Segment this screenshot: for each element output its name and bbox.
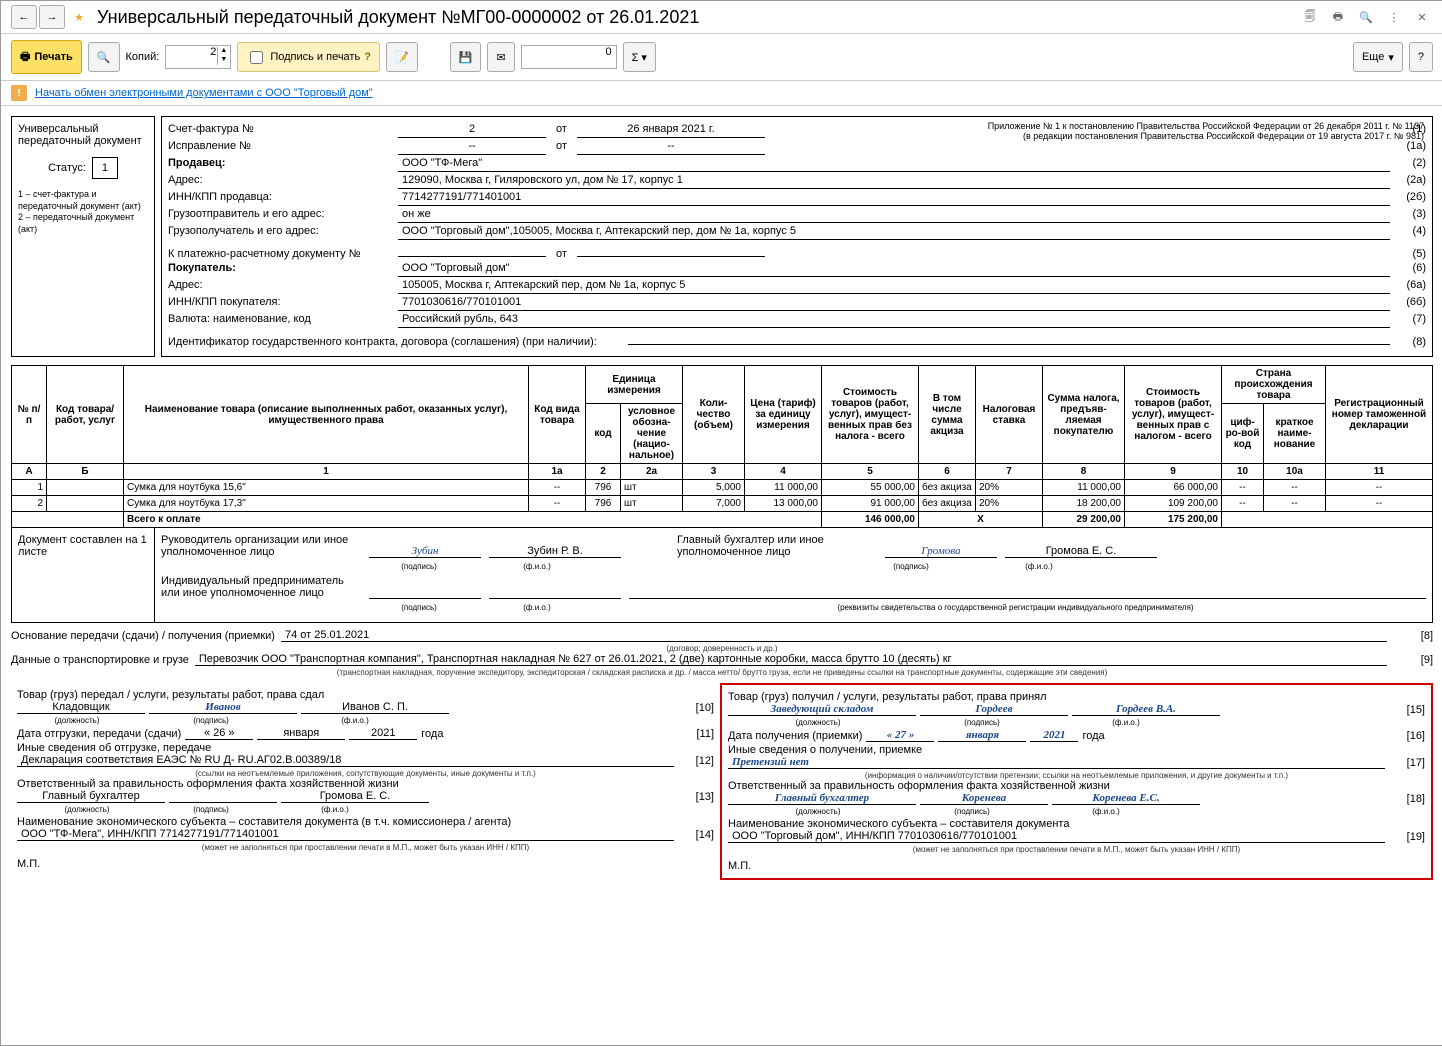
sum-field[interactable]: 0 [521,45,617,69]
titlebar: ← → ★ Универсальный передаточный докумен… [1,1,1442,34]
ip-label: Индивидуальный предприниматель или иное … [161,575,361,599]
transfer-column: Товар (груз) передал / услуги, результат… [11,683,720,880]
receive-column: Товар (груз) получил / услуги, результат… [720,683,1433,880]
right-other: Претензий нет [728,756,1385,769]
left-position: Кладовщик [17,701,145,714]
th-unit: Единица измерения [586,366,683,404]
help-button[interactable]: ? [1409,42,1433,72]
totals-row: Всего к оплате146 000,00Х29 200,00175 20… [12,512,1433,528]
left-signature: Иванов [149,701,297,714]
window-title: Универсальный передаточный документ №МГ0… [97,7,1299,28]
th-country: Страна происхождения товара [1222,366,1326,404]
status-label: Статус: [48,162,86,174]
edit-button[interactable]: 📝 [386,42,418,72]
th-rate: Налоговая ставка [976,366,1043,464]
invoice-header: Приложение № 1 к постановлению Правитель… [161,116,1433,357]
th-cost-w: Стоимость товаров (работ, услуг), имущес… [1125,366,1222,464]
print-icon[interactable]: 🖶 [1327,6,1349,28]
pages-info: Документ составлен на 1 листе [12,528,155,622]
th-no: № п/п [12,366,47,464]
spin-down-icon[interactable]: ▼ [217,56,229,65]
upd-label: Универсальный передаточный документ [18,123,148,147]
toolbar: 🖶 Печать 🔍 Копий: 2▲▼ Подпись и печать ?… [1,34,1442,81]
email-button[interactable]: ✉ [487,42,514,72]
acc-name: Громова Е. С. [1005,545,1157,558]
head-label: Руководитель организации или иное уполно… [161,534,361,558]
copies-label: Копий: [126,51,160,63]
th-qty: Коли-чество (объем) [683,366,745,464]
basis-code: [8] [1393,630,1433,642]
th-cost-wo: Стоимость товаров (работ, услуг), имущес… [822,366,919,464]
sign-checkbox[interactable] [250,51,263,64]
th-name: Наименование товара (описание выполненны… [124,366,529,464]
save-button[interactable]: 💾 [450,42,482,72]
upd-left-box: Универсальный передаточный документ Стат… [11,116,155,357]
copies-input[interactable]: 2▲▼ [165,45,231,69]
more-button[interactable]: Еще ▾ [1353,42,1403,72]
appendix-note: Приложение № 1 к постановлению Правитель… [988,121,1424,141]
back-button[interactable]: ← [11,5,37,29]
status-legend: 1 – счет-фактура и передаточный документ… [18,189,148,236]
trans-value: Перевозчик ООО "Транспортная компания", … [195,653,1387,666]
left-subj: ООО "ТФ-Мега", ИНН/КПП 7714277191/771401… [17,828,674,841]
more-icon[interactable]: ⋮ [1383,6,1405,28]
forward-button[interactable]: → [39,5,65,29]
sign-stamp-button[interactable]: Подпись и печать ? [237,42,380,72]
sum-button[interactable]: Σ ▾ [623,42,656,72]
table-row: 1Сумка для ноутбука 15,6"--796шт5,00011 … [12,480,1433,496]
trans-label: Данные о транспортировке и грузе [11,654,189,666]
preview-icon[interactable]: 🔍 [1355,6,1377,28]
spin-up-icon[interactable]: ▲ [217,47,229,56]
favorite-icon[interactable]: ★ [67,6,91,28]
close-icon[interactable]: ✕ [1411,6,1433,28]
alert-icon: ! [11,85,27,101]
infobar: ! Начать обмен электронными документами … [1,81,1442,106]
th-tax: Сумма налога, предъяв-ляемая покупателю [1043,366,1125,464]
signatures-block: Документ составлен на 1 листе Руководите… [11,528,1433,623]
th-price: Цена (тариф) за единицу измерения [745,366,822,464]
head-signature: Зубин [369,545,481,558]
right-subj: ООО "Торговый дом", ИНН/КПП 7701030616/7… [728,830,1385,843]
th-decl: Регистрационный номер таможенной деклара… [1326,366,1433,464]
th-ccode: циф-ро-вой код [1222,404,1264,464]
edi-link[interactable]: Начать обмен электронными документами с … [35,87,373,99]
left-name: Иванов С. П. [301,701,449,714]
table-row: 2Сумка для ноутбука 17,3"--796шт7,00013 … [12,496,1433,512]
th-ucode: код [586,404,621,464]
right-name: Гордеев В.А. [1072,703,1220,716]
zoom-button[interactable]: 🔍 [88,42,120,72]
status-value: 1 [92,157,118,179]
trans-code: [9] [1393,654,1433,666]
right-position: Заведующий складом [728,703,916,716]
th-excise: В том числе сумма акциза [919,366,976,464]
acc-label: Главный бухгалтер или иное уполномоченно… [677,534,877,558]
th-code: Код товара/ работ, услуг [47,366,124,464]
acc-signature: Громова [885,545,997,558]
head-name: Зубин Р. В. [489,545,621,558]
th-uname: условное обозна-чение (нацио-нальное) [621,404,683,464]
basis-value: 74 от 25.01.2021 [281,629,1387,642]
th-kind: Код вида товара [529,366,586,464]
save-to-file-icon[interactable]: 🗐 [1299,6,1321,28]
left-other: Декларация соответствия ЕАЭС № RU Д- RU.… [17,754,674,767]
right-signature: Гордеев [920,703,1068,716]
items-table: № п/п Код товара/ работ, услуг Наименова… [11,365,1433,528]
print-button[interactable]: 🖶 Печать [11,40,82,74]
th-cname: краткое наиме-нование [1264,404,1326,464]
basis-label: Основание передачи (сдачи) / получения (… [11,630,275,642]
